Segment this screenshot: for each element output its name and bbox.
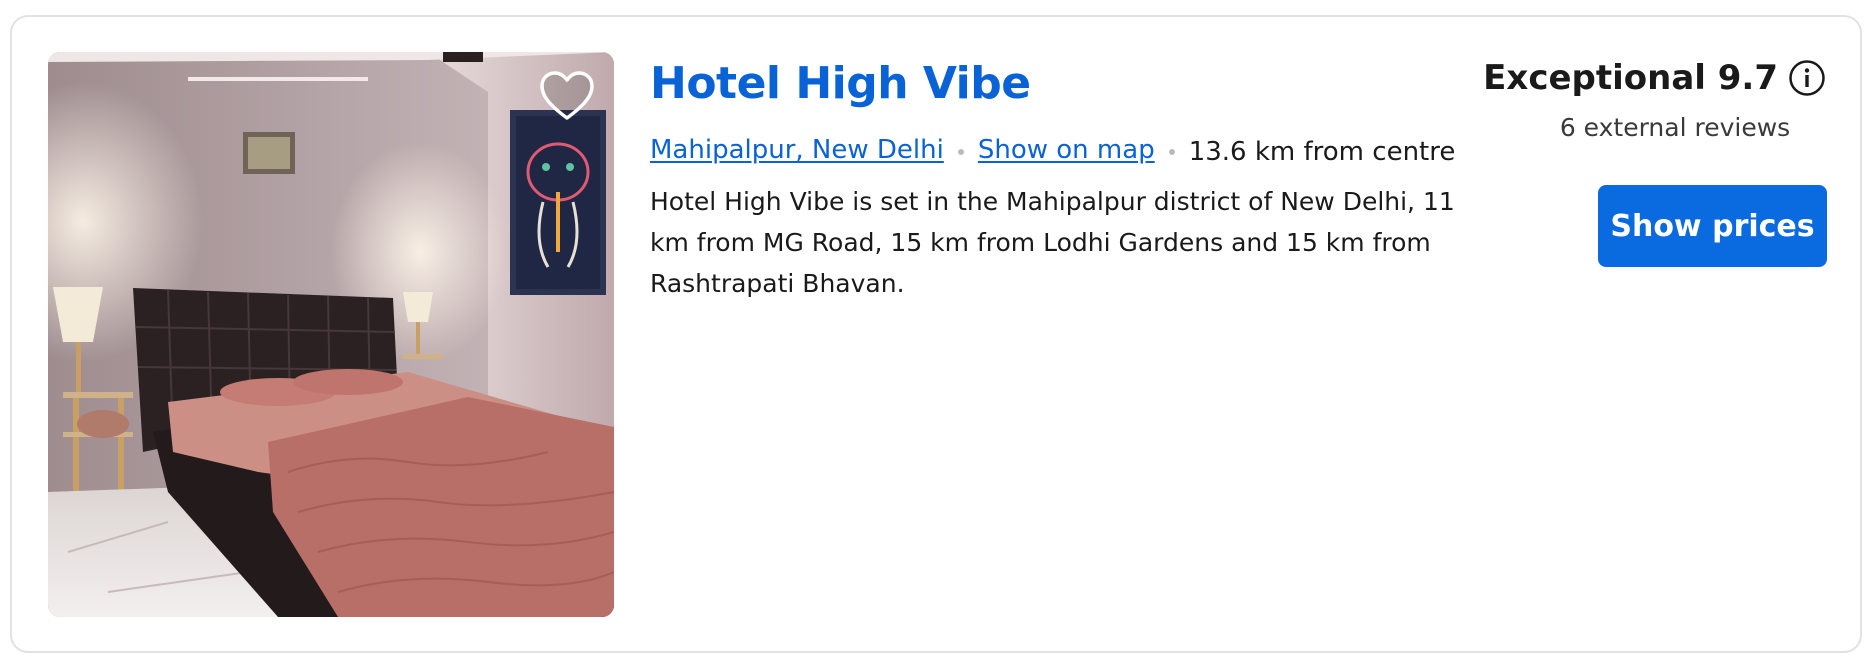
separator-dot — [957, 149, 964, 155]
separator-dot — [1168, 149, 1175, 155]
show-prices-button[interactable]: Show prices — [1598, 185, 1827, 267]
hotel-photo[interactable] — [48, 52, 614, 617]
hotel-name-link[interactable]: Hotel High Vibe — [650, 58, 1031, 109]
location-link[interactable]: Mahipalpur, New Delhi — [650, 135, 944, 165]
info-circle-icon[interactable] — [1788, 59, 1826, 97]
heart-outline-icon[interactable] — [538, 68, 596, 126]
hotel-description: Hotel High Vibe is set in the Mahipalpur… — [650, 187, 1455, 298]
rating-label: Exceptional 9.7 — [1483, 58, 1778, 98]
location-line: Mahipalpur, New Delhi Show on map 13.6 k… — [650, 133, 1455, 167]
rating-summary: Exceptional 9.7 — [1483, 58, 1826, 98]
review-count: 6 external reviews — [1559, 113, 1791, 142]
show-on-map-link[interactable]: Show on map — [978, 135, 1155, 165]
distance-text: 13.6 km from centre — [1188, 137, 1456, 167]
